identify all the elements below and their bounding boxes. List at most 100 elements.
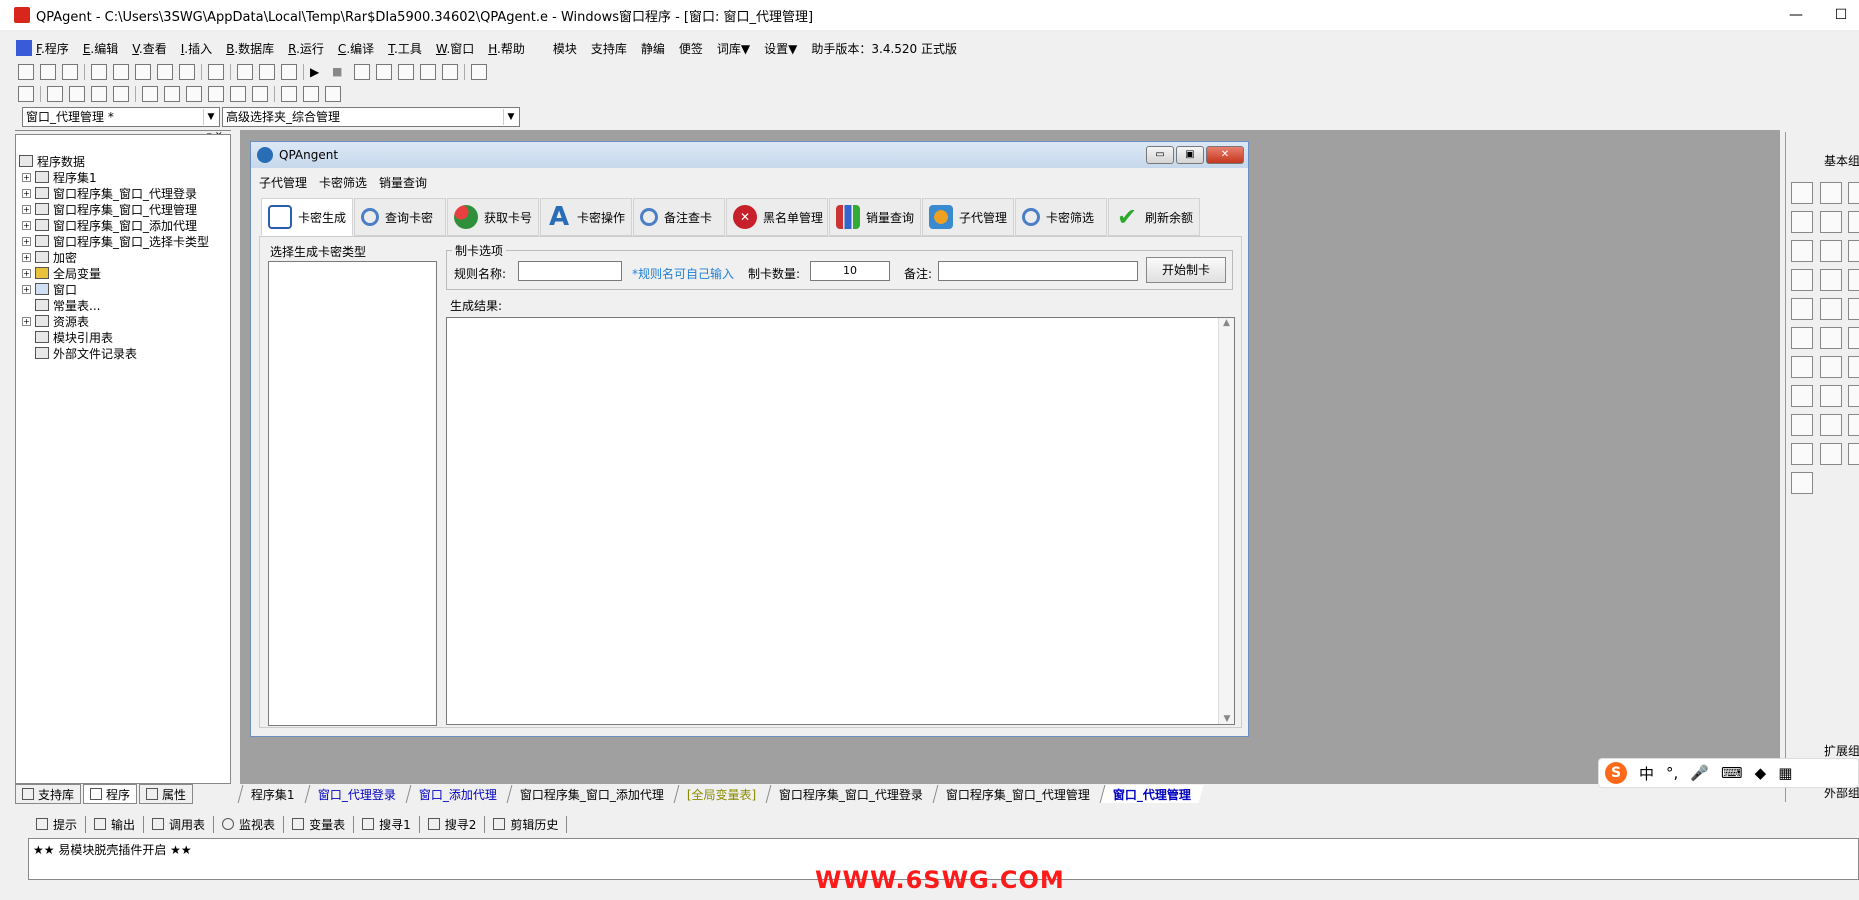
copy-icon[interactable] <box>113 64 129 80</box>
ime-voice-icon[interactable]: 🎤 <box>1690 764 1709 782</box>
server-icon[interactable] <box>1848 414 1859 436</box>
tab-variables[interactable]: 变量表 <box>284 815 355 833</box>
menu-module[interactable]: 模块 <box>553 40 577 57</box>
new-file-icon[interactable] <box>18 64 34 80</box>
tab-note-search[interactable]: 备注查卡 <box>633 198 725 236</box>
tree-item[interactable]: + 程序集1 <box>22 169 97 185</box>
tab-call-table[interactable]: 调用表 <box>144 815 215 833</box>
doc-tab[interactable]: 窗口程序集_窗口_添加代理 <box>506 785 677 803</box>
slider-icon[interactable] <box>1791 298 1813 320</box>
step-into-icon[interactable] <box>376 64 392 80</box>
same-height-icon[interactable] <box>303 86 319 102</box>
tab-output[interactable]: 输出 <box>86 815 145 833</box>
menu-database[interactable]: B.数据库 <box>226 40 274 57</box>
menu-support-lib[interactable]: 支持库 <box>591 40 627 57</box>
network-icon[interactable] <box>1791 414 1813 436</box>
tree-item[interactable]: 外部文件记录表 <box>35 345 137 361</box>
layout1-icon[interactable] <box>237 64 253 80</box>
tree-item[interactable]: + 全局变量 <box>22 265 101 281</box>
chevron-down-icon[interactable]: ▼ <box>203 109 218 125</box>
form-restore-button[interactable]: ▣ <box>1176 146 1204 164</box>
label-icon[interactable] <box>1820 182 1842 204</box>
maximize-button[interactable]: ☐ <box>1818 0 1859 30</box>
center-v-icon[interactable] <box>164 86 180 102</box>
result-textarea[interactable]: ▲ ▼ <box>446 317 1235 725</box>
menu-view[interactable]: V.查看 <box>132 40 167 57</box>
doc-tab[interactable]: 程序集1 <box>237 785 308 803</box>
same-size-icon[interactable] <box>325 86 341 102</box>
card-type-list[interactable] <box>268 261 437 726</box>
same-width-icon[interactable] <box>281 86 297 102</box>
tab-card-generate[interactable]: 卡密生成 <box>261 198 353 236</box>
menu-edit[interactable]: E.编辑 <box>83 40 118 57</box>
people-icon[interactable] <box>471 64 487 80</box>
panel-icon[interactable] <box>1848 327 1859 349</box>
tab-get-card-number[interactable]: 获取卡号 <box>447 198 539 236</box>
checkbox-icon[interactable] <box>1791 240 1813 262</box>
globe-icon[interactable] <box>1820 356 1842 378</box>
cut-icon[interactable] <box>91 64 107 80</box>
run-icon[interactable]: ▶ <box>310 64 326 80</box>
group-box-icon[interactable] <box>1848 240 1859 262</box>
tree-item[interactable]: + 加密 <box>22 249 77 265</box>
text-icon[interactable] <box>1848 211 1859 233</box>
form-window[interactable]: QPAngent ▭ ▣ ✕ 子代管理 卡密筛选 销量查询 卡密生成 查询卡密 … <box>250 141 1249 737</box>
table-icon[interactable] <box>1791 356 1813 378</box>
tab-program[interactable]: 程序 <box>83 784 138 804</box>
doc-tab[interactable]: 窗口程序集_窗口_代理登录 <box>765 785 936 803</box>
ime-skin-icon[interactable]: ◆ <box>1755 764 1767 782</box>
tree-item[interactable]: + 资源表 <box>22 313 89 329</box>
align-right-icon[interactable] <box>91 86 107 102</box>
tab-card-operation[interactable]: A 卡密操作 <box>540 198 632 236</box>
menu-window[interactable]: W.窗口 <box>436 40 474 57</box>
sogou-logo-icon[interactable]: S <box>1605 762 1627 784</box>
space-h-icon[interactable] <box>230 86 246 102</box>
db-link-icon[interactable] <box>1848 443 1859 465</box>
open-file-icon[interactable] <box>40 64 56 80</box>
ime-menu-icon[interactable]: ▦ <box>1778 764 1792 782</box>
socket-icon[interactable] <box>1848 385 1859 407</box>
doc-tab[interactable]: 窗口_代理登录 <box>304 785 409 803</box>
tab-card-filter[interactable]: 卡密筛选 <box>1015 198 1107 236</box>
hand-icon[interactable] <box>442 64 458 80</box>
form-minimize-button[interactable]: ▭ <box>1146 146 1174 164</box>
calendar-icon[interactable] <box>1791 327 1813 349</box>
ime-keyboard-icon[interactable]: ⌨ <box>1721 764 1743 782</box>
menu-compile[interactable]: C.编译 <box>338 40 374 57</box>
result-scrollbar[interactable]: ▲ ▼ <box>1218 318 1234 724</box>
tab-blacklist[interactable]: ✕ 黑名单管理 <box>726 198 828 236</box>
grid-icon[interactable] <box>18 86 34 102</box>
ext-group-label[interactable]: 扩展组 <box>1824 742 1859 759</box>
timer-icon[interactable] <box>1791 385 1813 407</box>
button-icon[interactable] <box>1820 327 1842 349</box>
menu-static[interactable]: 静编 <box>641 40 665 57</box>
layout3-icon[interactable] <box>281 64 297 80</box>
start-card-button[interactable]: 开始制卡 <box>1146 257 1226 283</box>
doc-tab-active[interactable]: 窗口_代理管理 <box>1099 785 1204 803</box>
tab-control-icon[interactable] <box>1820 298 1842 320</box>
doc-tab[interactable]: 窗口_添加代理 <box>405 785 510 803</box>
db-provider-icon[interactable] <box>1820 443 1842 465</box>
frame-icon[interactable] <box>1848 356 1859 378</box>
basic-group-label[interactable]: 基本组 <box>1824 152 1859 169</box>
align-bottom-icon[interactable] <box>208 86 224 102</box>
image-box-icon[interactable] <box>1820 211 1842 233</box>
tab-sub-agent[interactable]: 子代管理 <box>922 198 1014 236</box>
tab-clip-history[interactable]: 剪辑历史 <box>485 815 568 833</box>
combo-icon[interactable] <box>1820 269 1842 291</box>
menu-program[interactable]: F.程序 <box>36 40 69 57</box>
menu-tools[interactable]: T.工具 <box>388 40 422 57</box>
edit-icon[interactable] <box>1791 211 1813 233</box>
client-icon[interactable] <box>1820 414 1842 436</box>
form-close-button[interactable]: ✕ <box>1206 146 1244 164</box>
undo-icon[interactable] <box>179 64 195 80</box>
pointer-icon[interactable] <box>1791 182 1813 204</box>
doc-tab[interactable]: [全局变量表] <box>673 785 769 803</box>
tree-root[interactable]: 程序数据 <box>19 153 85 169</box>
tab-sales-query[interactable]: 销量查询 <box>829 198 921 236</box>
tab-hint[interactable]: 提示 <box>28 815 87 833</box>
tree-item[interactable]: + 窗口程序集_窗口_添加代理 <box>22 217 197 233</box>
tree-item[interactable]: + 窗口程序集_窗口_代理管理 <box>22 201 197 217</box>
tree-item[interactable]: + 窗口程序集_窗口_选择卡类型 <box>22 233 209 249</box>
picture-icon[interactable] <box>1848 182 1859 204</box>
